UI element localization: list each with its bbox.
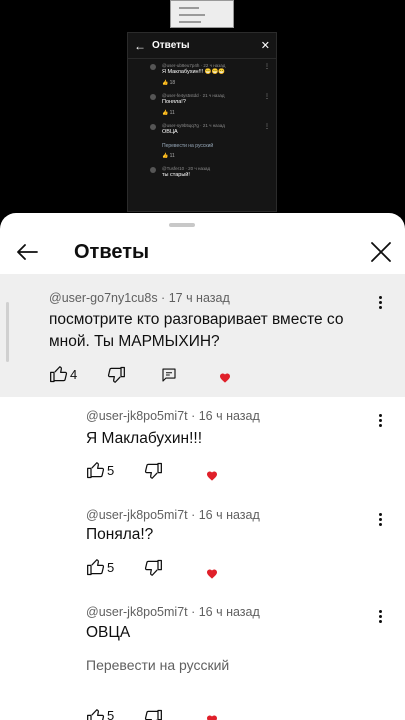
translate-link[interactable]: Перевести на русский: [86, 657, 229, 673]
reply-menu-button[interactable]: [372, 608, 388, 628]
more-vert-icon: [372, 513, 388, 526]
video-comment-actions: 👍 11: [162, 109, 175, 116]
video-more-icon: ⋮: [264, 64, 270, 70]
thumb-down-icon: [144, 709, 162, 720]
like-count: 5: [107, 708, 115, 720]
close-icon: [371, 242, 391, 262]
like-button[interactable]: [86, 460, 106, 480]
drag-handle[interactable]: [169, 223, 195, 227]
video-top-note: [170, 0, 234, 28]
sheet-title: Ответы: [74, 241, 150, 263]
creator-heart-icon: [219, 372, 231, 384]
dislike-button[interactable]: [106, 365, 126, 385]
reply-author[interactable]: @user-jk8po5mi7t · 16 ч назад: [86, 508, 260, 522]
like-button[interactable]: [86, 707, 106, 720]
reply-text: Я Маклабухин!!!: [86, 430, 203, 447]
video-comment-likes: 11: [169, 109, 175, 116]
video-comment-translate: Перевести на русский: [162, 142, 214, 149]
video-comment: @user-sy9b5qq7g · 21 ч назад ОВЦА Переве…: [128, 119, 276, 162]
video-comment-actions: 👍 18: [162, 79, 176, 86]
like-button[interactable]: [49, 364, 69, 384]
video-phone-screen: ← Ответы ✕ @user-ub8eu7p4h · 22 ч назад …: [127, 32, 277, 212]
thumb-down-icon: [107, 366, 125, 383]
reply-text: ОВЦА: [86, 624, 131, 641]
comment-author[interactable]: @user-go7ny1cu8s · 17 ч назад: [49, 291, 230, 305]
more-vert-icon: [372, 414, 388, 427]
video-comment-text: Поняла!?: [162, 99, 186, 106]
reply-icon: [162, 368, 176, 382]
reply-text: Поняла!?: [86, 526, 154, 543]
reply-menu-button[interactable]: [372, 412, 388, 432]
video-comment-text: ОВЦА: [162, 129, 178, 136]
thumb-up-icon: [50, 366, 68, 383]
like-count: 5: [107, 463, 115, 478]
reply-button[interactable]: [160, 366, 178, 384]
dislike-button[interactable]: [143, 461, 163, 481]
thumb-down-icon: [144, 559, 162, 576]
thumb-up-icon: [87, 559, 105, 576]
video-avatar: [150, 64, 156, 70]
reply-menu-button[interactable]: [372, 511, 388, 531]
creator-heart-icon: [206, 714, 218, 720]
comment-text: посмотрите кто разговаривает вместе со м…: [49, 311, 344, 350]
like-count: 4: [70, 367, 78, 382]
video-comment-likes: 11: [169, 152, 175, 159]
video-comment: @Tusfer10 · 20 ч назад ты старый!: [128, 162, 276, 182]
creator-heart-icon: [206, 568, 218, 580]
more-vert-icon: [372, 610, 388, 623]
like-count: 5: [107, 560, 115, 575]
like-button[interactable]: [86, 557, 106, 577]
thumb-down-icon: [144, 462, 162, 479]
replies-sheet: Ответы @user-go7ny1cu8s · 17 ч назад пос…: [0, 213, 405, 720]
video-avatar: [150, 123, 156, 130]
video-header-title: Ответы: [152, 40, 190, 51]
video-comment-text: Я Маклабухин!!! 😁😁😁: [162, 69, 226, 76]
video-close-icon: ✕: [260, 40, 270, 52]
video-comment-actions: 👍 11: [162, 152, 175, 159]
video-comment: @user-fe4ys5stdd · 21 ч назад Поняла!? 👍…: [128, 89, 276, 119]
back-button[interactable]: [10, 235, 44, 269]
close-button[interactable]: [364, 235, 398, 269]
dislike-button[interactable]: [143, 558, 163, 578]
video-comment: @user-ub8eu7p4h · 22 ч назад Я Маклабухи…: [128, 59, 276, 89]
video-avatar: [150, 166, 156, 173]
creator-heart-icon: [206, 470, 218, 482]
video-comment-text: ты старый!: [162, 172, 190, 179]
reply-author[interactable]: @user-jk8po5mi7t · 16 ч назад: [86, 605, 260, 619]
comment-menu-button[interactable]: [372, 294, 388, 314]
sheet-header: Ответы: [0, 231, 405, 273]
video-avatar: [150, 93, 156, 100]
thumb-up-icon: [87, 709, 105, 720]
video-comment-likes: 18: [169, 79, 176, 86]
more-vert-icon: [372, 296, 388, 309]
dislike-button[interactable]: [143, 708, 163, 720]
video-more-icon: ⋮: [264, 93, 270, 100]
arrow-left-icon: [17, 244, 38, 260]
reply-author[interactable]: @user-jk8po5mi7t · 16 ч назад: [86, 409, 260, 423]
video-header: ← Ответы ✕: [128, 33, 276, 59]
parent-indicator-bar: [6, 302, 9, 362]
thumb-up-icon: [87, 462, 105, 479]
video-back-icon: ←: [134, 38, 146, 53]
parent-comment: @user-go7ny1cu8s · 17 ч назад посмотрите…: [0, 274, 405, 397]
background-video[interactable]: ← Ответы ✕ @user-ub8eu7p4h · 22 ч назад …: [0, 0, 405, 230]
video-more-icon: ⋮: [264, 123, 270, 130]
